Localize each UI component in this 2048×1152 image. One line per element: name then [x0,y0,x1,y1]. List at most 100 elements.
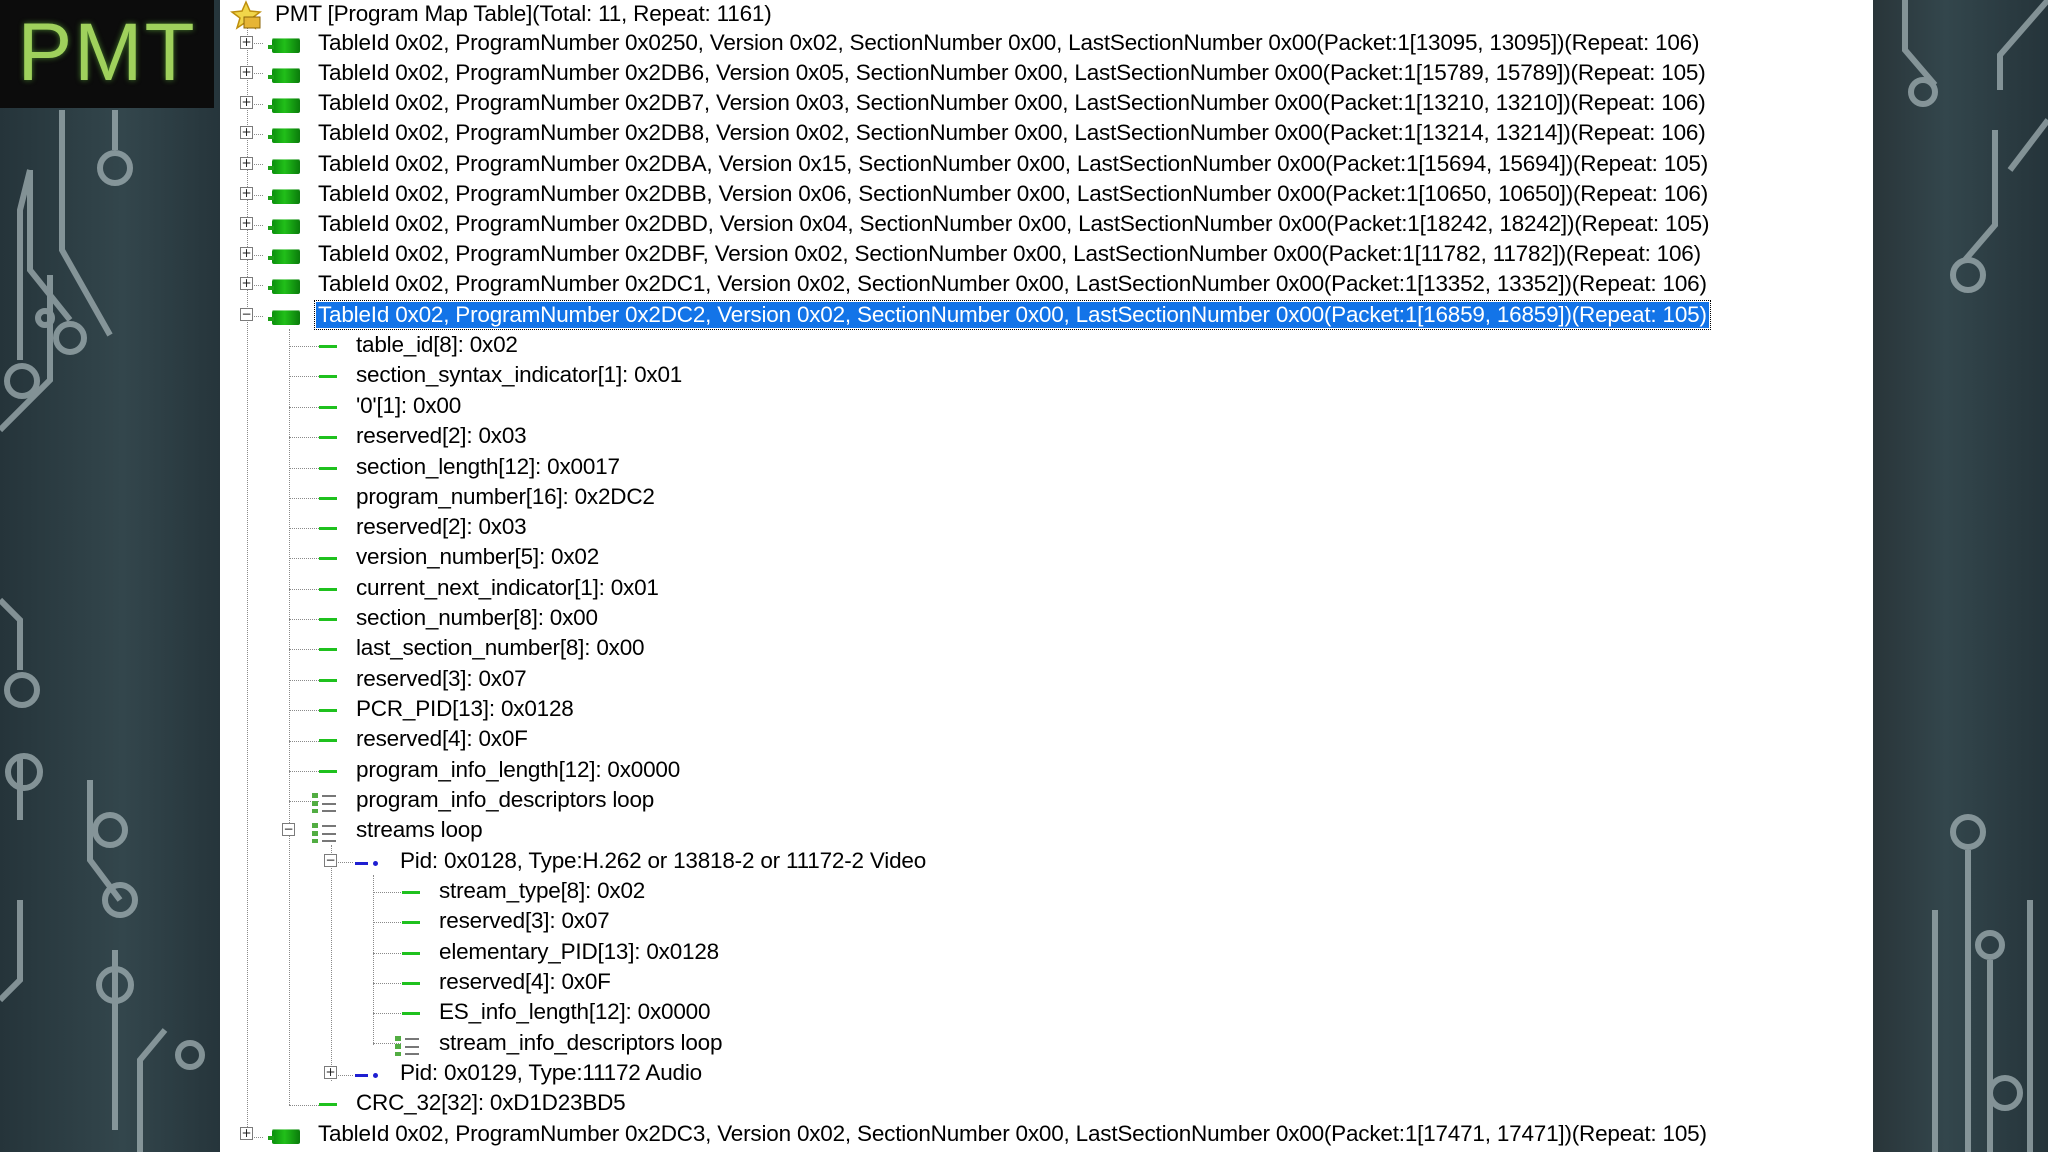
table-icon [268,159,300,174]
field-label: section_length[12]: 0x0017 [356,454,620,479]
collapse-icon[interactable]: − [240,308,253,321]
field-row[interactable]: reserved[2]: 0x03 [220,422,1860,452]
field-icon [319,557,337,560]
field-icon [402,921,420,924]
video-stream-row[interactable]: − Pid: 0x0128, Type:H.262 or 13818-2 or … [220,847,1860,877]
table-icon [268,128,300,143]
field-label: section_number[8]: 0x00 [356,605,598,630]
star-folder-icon [230,0,262,30]
field-icon [319,467,337,470]
slide-title: PMT [0,0,214,108]
field-label: last_section_number[8]: 0x00 [356,635,645,660]
field-icon [319,1103,337,1106]
collapse-icon[interactable]: − [324,854,337,867]
streams-loop-row[interactable]: − streams loop [220,816,1860,846]
table-icon [268,38,300,53]
streams-loop-label: streams loop [356,817,483,842]
expand-icon[interactable]: + [240,187,253,200]
field-row[interactable]: '0'[1]: 0x00 [220,392,1860,422]
program-info-loop-label: program_info_descriptors loop [356,787,655,812]
table-icon [268,1129,300,1144]
expand-icon[interactable]: + [240,1127,253,1140]
pmt-table-label: TableId 0x02, ProgramNumber 0x0250, Vers… [318,30,1700,55]
expand-icon[interactable]: + [240,277,253,290]
video-stream-label: Pid: 0x0128, Type:H.262 or 13818-2 or 11… [400,848,927,873]
table-icon [268,98,300,113]
field-label: '0'[1]: 0x00 [356,393,462,418]
field-icon [319,527,337,530]
stream-field-row[interactable]: reserved[3]: 0x07 [220,907,1860,937]
field-label: reserved[2]: 0x03 [356,514,527,539]
field-row[interactable]: current_next_indicator[1]: 0x01 [220,574,1860,604]
field-row[interactable]: reserved[2]: 0x03 [220,513,1860,543]
table-icon [268,310,300,325]
expand-icon[interactable]: + [240,36,253,49]
expand-icon[interactable]: + [240,96,253,109]
presentation-slide: PMT PMT [Program Map Table](Total: 11, R… [0,0,2048,1152]
program-info-loop-row[interactable]: program_info_descriptors loop [220,786,1860,816]
pmt-tree-view[interactable]: PMT [Program Map Table](Total: 11, Repea… [220,0,1873,1152]
field-label: PCR_PID[13]: 0x0128 [356,696,574,721]
field-row[interactable]: reserved[4]: 0x0F [220,725,1860,755]
expand-icon[interactable]: + [240,126,253,139]
pmt-table-row[interactable]: + TableId 0x02, ProgramNumber 0x2DC1, Ve… [220,270,1860,300]
tree-root-node[interactable]: PMT [Program Map Table](Total: 11, Repea… [220,0,1860,30]
table-icon [268,68,300,83]
expand-icon[interactable]: + [324,1066,337,1079]
field-label: reserved[4]: 0x0F [356,726,528,751]
field-row[interactable]: section_syntax_indicator[1]: 0x01 [220,361,1860,391]
stream-descriptor-loop-label: stream_info_descriptors loop [439,1030,723,1055]
stream-field-label: reserved[3]: 0x07 [439,908,610,933]
selected-pmt-table-label: TableId 0x02, ProgramNumber 0x2DC2, Vers… [314,300,1711,330]
pmt-table-label: TableId 0x02, ProgramNumber 0x2DB8, Vers… [318,120,1706,145]
pmt-table-row[interactable]: + TableId 0x02, ProgramNumber 0x0250, Ve… [220,29,1860,59]
pmt-table-row[interactable]: + TableId 0x02, ProgramNumber 0x2DBD, Ve… [220,210,1860,240]
pmt-table-row[interactable]: + TableId 0x02, ProgramNumber 0x2DBB, Ve… [220,180,1860,210]
pmt-table-row[interactable]: + TableId 0x02, ProgramNumber 0x2DB6, Ve… [220,59,1860,89]
audio-stream-row[interactable]: + Pid: 0x0129, Type:11172 Audio [220,1059,1860,1089]
pmt-table-row[interactable]: + TableId 0x02, ProgramNumber 0x2DB8, Ve… [220,119,1860,149]
field-row[interactable]: program_number[16]: 0x2DC2 [220,483,1860,513]
loop-icon [311,791,337,813]
field-icon [402,952,420,955]
pmt-table-row[interactable]: + TableId 0x02, ProgramNumber 0x2DBF, Ve… [220,240,1860,270]
field-label: reserved[2]: 0x03 [356,423,527,448]
field-row[interactable]: program_info_length[12]: 0x0000 [220,756,1860,786]
expand-icon[interactable]: + [240,66,253,79]
crc-row[interactable]: CRC_32[32]: 0xD1D23BD5 [220,1089,1860,1119]
collapse-icon[interactable]: − [282,823,295,836]
pmt-table-label: TableId 0x02, ProgramNumber 0x2DC1, Vers… [318,271,1707,296]
stream-field-row[interactable]: reserved[4]: 0x0F [220,968,1860,998]
field-label: reserved[3]: 0x07 [356,666,527,691]
stream-field-label: elementary_PID[13]: 0x0128 [439,939,719,964]
stream-field-row[interactable]: elementary_PID[13]: 0x0128 [220,938,1860,968]
field-row[interactable]: last_section_number[8]: 0x00 [220,634,1860,664]
stream-field-row[interactable]: ES_info_length[12]: 0x0000 [220,998,1860,1028]
field-row[interactable]: reserved[3]: 0x07 [220,665,1860,695]
pmt-table-row[interactable]: + TableId 0x02, ProgramNumber 0x2DC3, Ve… [220,1120,1860,1150]
pmt-table-row[interactable]: + TableId 0x02, ProgramNumber 0x2DB7, Ve… [220,89,1860,119]
expand-icon[interactable]: + [240,217,253,230]
expand-icon[interactable]: + [240,247,253,260]
field-row[interactable]: section_number[8]: 0x00 [220,604,1860,634]
loop-icon [311,821,337,843]
pmt-table-label: TableId 0x02, ProgramNumber 0x2DBB, Vers… [318,181,1708,206]
field-icon [319,436,337,439]
field-row[interactable]: table_id[8]: 0x02 [220,331,1860,361]
stream-field-label: reserved[4]: 0x0F [439,969,611,994]
field-row[interactable]: PCR_PID[13]: 0x0128 [220,695,1860,725]
stream-descriptor-loop-row[interactable]: stream_info_descriptors loop [220,1029,1860,1059]
stream-icon [355,1073,380,1078]
pmt-table-row[interactable]: + TableId 0x02, ProgramNumber 0x2DBA, Ve… [220,150,1860,180]
expand-icon[interactable]: + [240,157,253,170]
loop-icon [394,1034,420,1056]
selected-pmt-table-row[interactable]: − TableId 0x02, ProgramNumber 0x2DC2, Ve… [220,300,1860,331]
pmt-table-label: TableId 0x02, ProgramNumber 0x2DBA, Vers… [318,151,1708,176]
field-icon [402,982,420,985]
field-row[interactable]: version_number[5]: 0x02 [220,543,1860,573]
field-row[interactable]: section_length[12]: 0x0017 [220,453,1860,483]
stream-field-row[interactable]: stream_type[8]: 0x02 [220,877,1860,907]
field-icon [319,679,337,682]
field-label: program_info_length[12]: 0x0000 [356,757,681,782]
audio-stream-label: Pid: 0x0129, Type:11172 Audio [400,1060,702,1085]
